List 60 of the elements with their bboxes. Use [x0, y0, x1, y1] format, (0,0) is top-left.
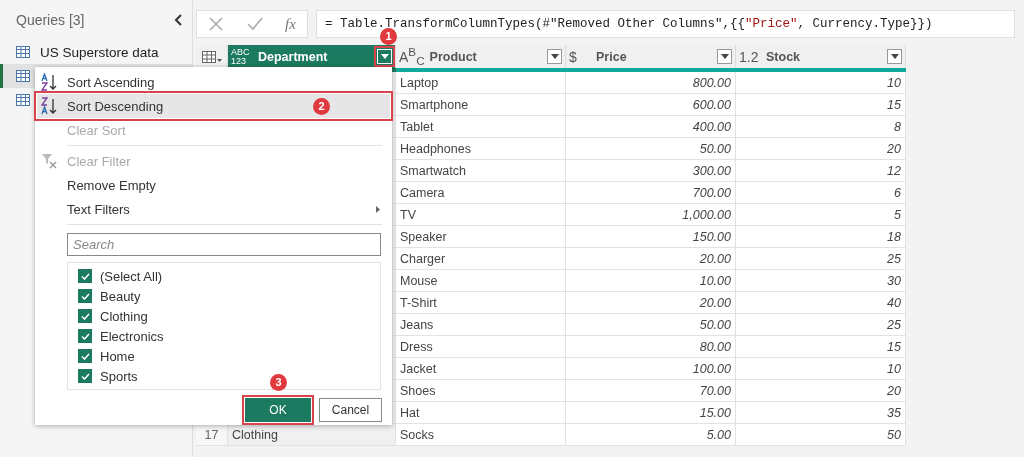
table-cell: 80.00: [699, 339, 731, 354]
table-cell: 400.00: [692, 119, 731, 134]
table-cell: 10: [887, 361, 901, 376]
table-cell: 300.00: [692, 163, 731, 178]
table-cell: 12: [887, 163, 901, 178]
table-cell: Laptop: [400, 75, 439, 90]
table-cell: 30: [887, 273, 901, 288]
table-cell: 10.00: [699, 273, 731, 288]
table-cell: 5: [894, 207, 901, 222]
type-label: ABC 123: [231, 47, 251, 66]
step-badge: 1: [380, 28, 397, 45]
table-cell: 40: [887, 295, 901, 310]
table-cell: Speaker: [400, 229, 447, 244]
table-cell: Jacket: [400, 361, 437, 376]
table-cell: 15: [887, 339, 901, 354]
table-cell: Camera: [400, 185, 445, 200]
table-cell: Tablet: [400, 119, 434, 134]
table-cell: 50.00: [699, 317, 731, 332]
table-cell: 700.00: [692, 185, 731, 200]
table-cell: Shoes: [400, 383, 436, 398]
step-badge: 2: [313, 98, 330, 115]
table-cell: 18: [887, 229, 901, 244]
table-cell: Socks: [400, 427, 435, 442]
table-cell: 6: [894, 185, 901, 200]
table-cell: 1,000.00: [682, 207, 731, 222]
table-cell: 5.00: [706, 427, 731, 442]
table-cell: 8: [894, 119, 901, 134]
table-cell: Hat: [400, 405, 420, 420]
table-cell: Clothing: [232, 427, 278, 442]
table-cell: 15.00: [699, 405, 731, 420]
table-cell: T-Shirt: [400, 295, 437, 310]
table-cell: 50: [887, 427, 901, 442]
table-cell: 20: [887, 383, 901, 398]
queries-title: Queries [3]: [16, 12, 85, 28]
table-cell: Charger: [400, 251, 446, 266]
table-cell: 10: [887, 75, 901, 90]
type-label: $: [569, 49, 578, 64]
step-badge: 3: [270, 374, 287, 391]
table-cell: 20.00: [699, 251, 731, 266]
table-cell: 25: [887, 251, 901, 266]
table-cell: 15: [887, 97, 901, 112]
table-cell: Headphones: [400, 141, 471, 156]
table-cell: TV: [400, 207, 416, 222]
table-cell: 20.00: [699, 295, 731, 310]
table-cell: Dress: [400, 339, 433, 354]
table-cell: 100.00: [692, 361, 731, 376]
type-label: 1.2: [739, 49, 760, 64]
table-cell: 70.00: [699, 383, 731, 398]
table-cell: Smartwatch: [400, 163, 466, 178]
table-cell: 800.00: [692, 75, 731, 90]
table-cell: Smartphone: [400, 97, 469, 112]
table-cell: 600.00: [692, 97, 731, 112]
table-cell: Jeans: [400, 317, 434, 332]
row-number: 17: [204, 427, 219, 442]
table-cell: Mouse: [400, 273, 438, 288]
table-cell: 150.00: [692, 229, 731, 244]
table-cell: 20: [887, 141, 901, 156]
table-cell: 25: [887, 317, 901, 332]
table-cell: 35: [887, 405, 901, 420]
table-cell: 50.00: [699, 141, 731, 156]
